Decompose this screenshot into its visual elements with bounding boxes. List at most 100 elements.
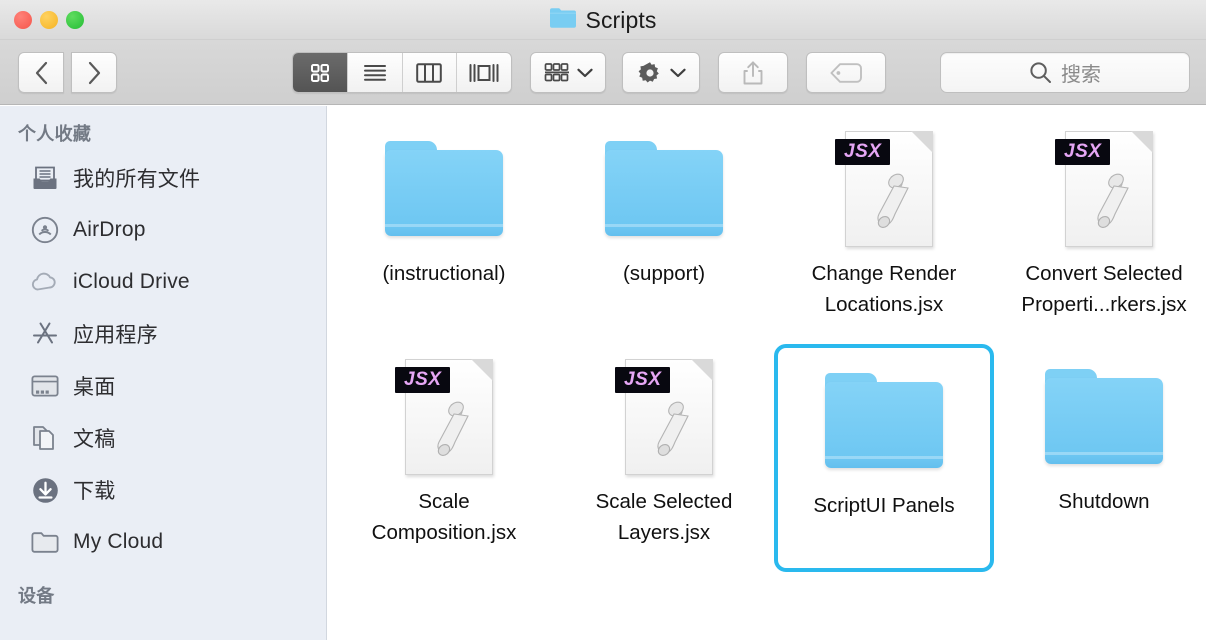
- chevron-down-icon: [669, 68, 686, 77]
- list-view-button[interactable]: [348, 53, 403, 92]
- downloads-icon: [30, 475, 60, 505]
- view-mode-segmented-control: [292, 52, 512, 93]
- sidebar-item-applications[interactable]: 应用程序: [0, 308, 326, 360]
- list-icon: [363, 64, 386, 81]
- script-scroll-icon: [1097, 173, 1129, 228]
- file-item-label: (instructional): [382, 262, 506, 285]
- sidebar-item-label: AirDrop: [73, 218, 146, 241]
- jsx-badge: JSX: [835, 139, 891, 165]
- sidebar-item-my-cloud[interactable]: My Cloud: [0, 516, 326, 568]
- file-item-label: ScriptUI Panels: [813, 494, 955, 517]
- icon-view-button[interactable]: [293, 53, 348, 92]
- sidebar-item-label: 文稿: [73, 428, 116, 451]
- jsx-file-icon: JSX: [395, 355, 493, 477]
- search-icon: [1030, 62, 1051, 83]
- chevron-left-icon: [35, 61, 47, 84]
- sidebar-item-label: 应用程序: [73, 324, 158, 347]
- jsx-file-icon: JSX: [1055, 127, 1153, 249]
- file-grid: (instructional) (support) JSX Change Ren…: [328, 106, 1206, 572]
- file-item-scale-selected-layers[interactable]: JSX Scale Selected Layers.jsx: [554, 344, 774, 572]
- folder-icon: [825, 372, 943, 468]
- file-item-label: Shutdown: [1058, 490, 1150, 513]
- page-title: Scripts: [585, 6, 657, 33]
- toolbar: 搜索: [0, 40, 1206, 105]
- script-scroll-icon: [657, 401, 689, 456]
- sidebar-item-label: iCloud Drive: [73, 270, 190, 293]
- file-item-instructional[interactable]: (instructional): [334, 116, 554, 344]
- sidebar[interactable]: 个人收藏 我的所有文件 AirDrop iCloud Drive 应用程序 桌面…: [0, 106, 327, 640]
- chevron-right-icon: [88, 61, 100, 84]
- arrange-button[interactable]: [530, 52, 606, 93]
- file-item-change-render-locations[interactable]: JSX Change Render Locations.jsx: [774, 116, 994, 344]
- icon-container: JSX: [395, 352, 493, 480]
- jsx-badge-label: JSX: [404, 369, 442, 390]
- columns-icon: [416, 62, 443, 83]
- folder-icon: [605, 140, 723, 236]
- title-bar: Scripts: [0, 0, 1206, 40]
- file-item-convert-selected-properties[interactable]: JSX Convert Selected Properti...rkers.js…: [994, 116, 1206, 344]
- back-button[interactable]: [18, 52, 64, 93]
- sidebar-item-desktop[interactable]: 桌面: [0, 360, 326, 412]
- forward-button[interactable]: [71, 52, 117, 93]
- file-item-scale-composition[interactable]: JSX Scale Composition.jsx: [334, 344, 554, 572]
- file-item-support[interactable]: (support): [554, 116, 774, 344]
- icon-container: JSX: [835, 124, 933, 252]
- sidebar-item-airdrop[interactable]: AirDrop: [0, 204, 326, 256]
- icon-container: [1045, 352, 1163, 480]
- jsx-file-icon: JSX: [835, 127, 933, 249]
- file-item-shutdown[interactable]: Shutdown: [994, 344, 1206, 572]
- file-item-label: Scale Composition.jsx: [371, 490, 517, 544]
- airdrop-icon: [30, 215, 60, 245]
- jsx-badge-label: JSX: [624, 369, 662, 390]
- share-button[interactable]: [718, 52, 788, 93]
- file-item-label: (support): [622, 262, 706, 285]
- folder-icon: [385, 140, 503, 236]
- sidebar-item-all-my-files[interactable]: 我的所有文件: [0, 152, 326, 204]
- sidebar-item-icloud-drive[interactable]: iCloud Drive: [0, 256, 326, 308]
- jsx-badge: JSX: [615, 367, 671, 393]
- coverflow-view-button[interactable]: [457, 53, 511, 92]
- action-button[interactable]: [622, 52, 700, 93]
- folder-icon: [1045, 368, 1163, 464]
- file-grid-container[interactable]: (instructional) (support) JSX Change Ren…: [328, 106, 1206, 640]
- folder-icon: [549, 7, 576, 33]
- documents-icon: [30, 423, 60, 453]
- search-placeholder: 搜索: [1061, 64, 1101, 86]
- all-my-files-icon: [30, 163, 60, 193]
- tag-icon: [830, 62, 862, 83]
- sidebar-section-devices-header: 设备: [18, 586, 55, 606]
- sidebar-section-favorites-header: 个人收藏: [18, 124, 92, 144]
- sidebar-item-label: 桌面: [73, 376, 116, 399]
- column-view-button[interactable]: [403, 53, 458, 92]
- script-scroll-icon: [437, 401, 469, 456]
- grid-icon: [310, 63, 329, 82]
- sidebar-item-label: 下载: [73, 480, 116, 503]
- file-item-label: Scale Selected Layers.jsx: [595, 490, 733, 544]
- icon-container: [825, 356, 943, 484]
- finder-window: Scripts 搜索 个人收藏 我的所有文件 AirDrop iCloud Dr…: [0, 0, 1206, 640]
- desktop-icon: [30, 371, 60, 401]
- sidebar-item-downloads[interactable]: 下载: [0, 464, 326, 516]
- file-item-label: Change Render Locations.jsx: [811, 262, 957, 316]
- file-item-label: Convert Selected Properti...rkers.jsx: [1021, 262, 1187, 316]
- arrange-icon: [544, 62, 569, 81]
- sidebar-item-label: 我的所有文件: [73, 168, 201, 191]
- gear-icon: [638, 61, 659, 82]
- search-input[interactable]: 搜索: [940, 52, 1190, 93]
- icon-container: JSX: [615, 352, 713, 480]
- script-scroll-icon: [877, 173, 909, 228]
- icon-container: [605, 124, 723, 252]
- sidebar-item-documents[interactable]: 文稿: [0, 412, 326, 464]
- icloud-icon: [30, 267, 60, 297]
- window-title-area: Scripts: [0, 0, 1206, 40]
- jsx-badge: JSX: [395, 367, 451, 393]
- tag-button[interactable]: [806, 52, 886, 93]
- jsx-badge-label: JSX: [1064, 141, 1102, 162]
- coverflow-icon: [469, 63, 499, 82]
- icon-container: [385, 124, 503, 252]
- share-icon: [743, 60, 763, 84]
- sidebar-item-label: My Cloud: [73, 530, 164, 553]
- chevron-down-icon: [576, 68, 593, 77]
- jsx-badge-label: JSX: [844, 141, 882, 162]
- file-item-scriptui-panels[interactable]: ScriptUI Panels: [774, 344, 994, 572]
